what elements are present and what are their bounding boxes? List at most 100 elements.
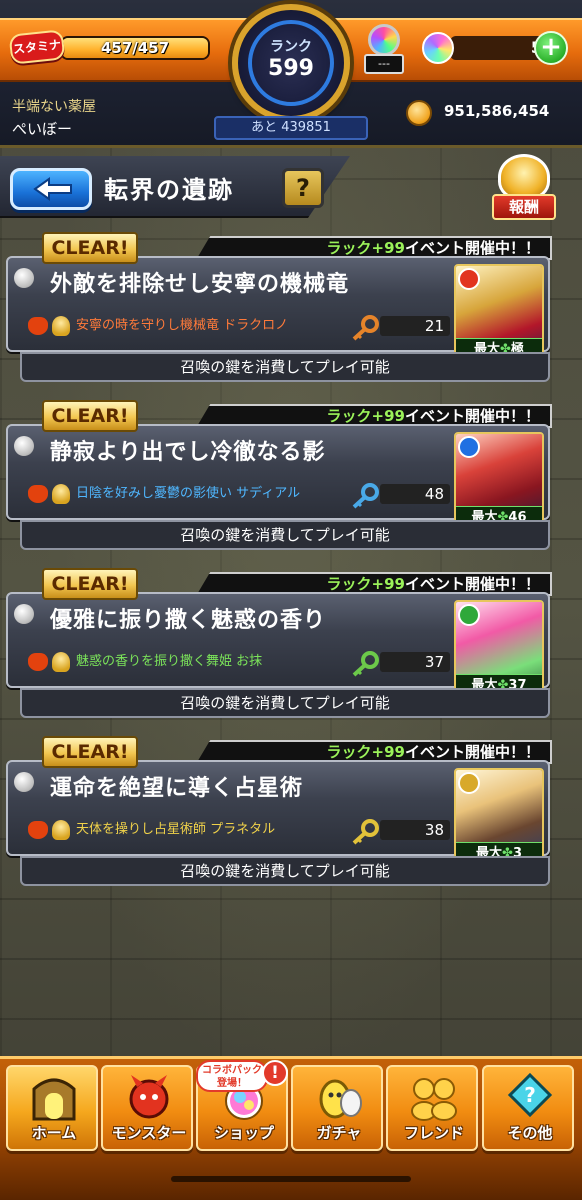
status-dot-icon xyxy=(14,772,34,792)
event-luck-text: ラック+99 xyxy=(326,239,405,257)
devil-icon xyxy=(28,485,48,503)
bell-icon xyxy=(52,820,70,840)
nav-shop-label: ショップ xyxy=(213,1124,274,1142)
boss-row: 魅惑の香りを振り撒く舞姫 お抹 xyxy=(14,648,354,676)
bell-icon xyxy=(52,484,70,504)
rank-value: 599 xyxy=(268,56,314,81)
element-icon xyxy=(458,772,480,794)
key-count: 48 xyxy=(380,484,450,504)
boss-row: 安寧の時を守りし機械竜 ドラクロノ xyxy=(14,312,354,340)
quest-title: 運命を絶望に導く占星術 xyxy=(50,775,304,801)
key-icon xyxy=(352,819,379,845)
nav-friend[interactable]: フレンド xyxy=(386,1065,478,1151)
nav-monster[interactable]: モンスター xyxy=(101,1065,193,1151)
buy-orb-button[interactable]: + xyxy=(534,31,568,65)
nav-friend-label: フレンド xyxy=(403,1124,464,1142)
summon-key: 48 xyxy=(350,482,454,509)
help-button[interactable]: ? xyxy=(282,168,324,208)
boss-row: 天体を操りし占星術師 プラネタル xyxy=(14,816,354,844)
nav-gacha[interactable]: ガチャ xyxy=(291,1065,383,1151)
monster-portrait[interactable]: 最大✤3 xyxy=(454,768,544,866)
clear-badge: CLEAR! xyxy=(42,232,138,264)
item-box-button[interactable]: --- xyxy=(364,24,404,76)
stamina-value: 457/457 xyxy=(100,39,170,57)
key-icon xyxy=(352,483,379,509)
element-icon xyxy=(458,436,480,458)
key-count: 21 xyxy=(380,316,450,336)
devil-icon xyxy=(28,821,48,839)
boss-row: 日陰を好みし憂鬱の影使い サディアル xyxy=(14,480,354,508)
event-status-text: イベント開催中！！ xyxy=(404,407,540,425)
nav-other-label: その他 xyxy=(507,1124,553,1142)
status-header: 457/457 スタミナ ランク 599 あと 439851 --- 5 + 半… xyxy=(0,0,582,148)
page-title: 転界の遺跡 xyxy=(104,175,234,204)
stamina-label: スタミナ xyxy=(8,29,66,65)
item-count: --- xyxy=(364,54,404,74)
event-status-text: イベント開催中！！ xyxy=(404,239,540,257)
quest-title: 外敵を排除せし安寧の機械竜 xyxy=(50,271,350,297)
player-title: 半端ない薬屋 xyxy=(12,99,96,115)
back-arrow-icon xyxy=(33,177,72,201)
key-count: 38 xyxy=(380,820,450,840)
stamina-meter: 457/457 スタミナ xyxy=(8,29,210,66)
gold-value: 951,586,454 xyxy=(444,102,550,120)
devil-icon xyxy=(28,317,48,335)
devil-icon xyxy=(28,653,48,671)
shop-alert-badge: ! xyxy=(262,1060,288,1086)
bell-icon xyxy=(52,316,70,336)
status-dot-icon xyxy=(14,604,34,624)
svg-text:?: ? xyxy=(524,1083,536,1107)
item-ball-icon xyxy=(368,24,400,56)
quest-card-3[interactable]: CLEAR! ラック+99イベント開催中！！ 優雅に振り撒く魅惑の香り 魅惑の香… xyxy=(6,568,552,718)
monster-portrait[interactable]: 最大✤極 xyxy=(454,264,544,362)
play-condition: 召喚の鍵を消費してプレイ可能 xyxy=(20,520,550,550)
reward-label: 報酬 xyxy=(492,194,556,220)
orb-count: 5 xyxy=(450,36,542,60)
event-luck-text: ラック+99 xyxy=(326,407,405,425)
key-icon xyxy=(352,651,379,677)
monster-portrait[interactable]: 最大✤37 xyxy=(454,600,544,698)
reward-button[interactable]: 報酬 xyxy=(492,152,556,224)
friend-icon xyxy=(411,1078,457,1121)
quest-card-1[interactable]: CLEAR! ラック+99イベント開催中！！ 外敵を排除せし安寧の機械竜 安寧の… xyxy=(6,232,552,382)
event-luck-text: ラック+99 xyxy=(326,743,405,761)
back-button[interactable] xyxy=(10,168,92,210)
quest-card-4[interactable]: CLEAR! ラック+99イベント開催中！！ 運命を絶望に導く占星術 天体を操り… xyxy=(6,736,552,886)
status-dot-icon xyxy=(14,268,34,288)
boss-name: 安寧の時を守りし機械竜 ドラクロノ xyxy=(76,318,289,333)
event-luck-text: ラック+99 xyxy=(326,575,405,593)
rank-badge[interactable]: ランク 599 xyxy=(232,4,350,122)
home-icon xyxy=(32,1078,76,1121)
player-name: ぺいぼー xyxy=(12,120,73,138)
play-condition: 召喚の鍵を消費してプレイ可能 xyxy=(20,688,550,718)
boss-name: 天体を操りし占星術師 プラネタル xyxy=(76,822,276,837)
orb-counter: 5 + xyxy=(420,30,570,66)
boss-name: 日陰を好みし憂鬱の影使い サディアル xyxy=(76,486,301,501)
quest-card-2[interactable]: CLEAR! ラック+99イベント開催中！！ 静寂より出でし冷徹なる影 日陰を好… xyxy=(6,400,552,550)
summon-key: 38 xyxy=(350,818,454,845)
gacha-egg-icon xyxy=(319,1079,362,1119)
rank-next-exp: あと 439851 xyxy=(214,116,368,140)
element-icon xyxy=(458,604,480,626)
event-status-text: イベント開催中！！ xyxy=(404,575,540,593)
monster-portrait[interactable]: 最大✤46 xyxy=(454,432,544,530)
clear-badge: CLEAR! xyxy=(42,400,138,432)
key-count: 37 xyxy=(380,652,450,672)
element-icon xyxy=(458,268,480,290)
nav-home-label: ホーム xyxy=(31,1124,77,1142)
bell-icon xyxy=(52,652,70,672)
clear-badge: CLEAR! xyxy=(42,568,138,600)
gold-coin-icon xyxy=(406,100,432,126)
nav-gacha-label: ガチャ xyxy=(316,1124,362,1142)
home-indicator xyxy=(171,1176,411,1182)
nav-monster-label: モンスター xyxy=(111,1124,187,1142)
event-status-text: イベント開催中！！ xyxy=(404,743,540,761)
play-condition: 召喚の鍵を消費してプレイ可能 xyxy=(20,352,550,382)
play-condition: 召喚の鍵を消費してプレイ可能 xyxy=(20,856,550,886)
summon-key: 37 xyxy=(350,650,454,677)
nav-other[interactable]: ? その他 xyxy=(482,1065,574,1151)
boss-name: 魅惑の香りを振り撒く舞姫 お抹 xyxy=(76,654,263,669)
summon-key: 21 xyxy=(350,314,454,341)
nav-home[interactable]: ホーム xyxy=(6,1065,98,1151)
key-icon xyxy=(352,315,379,341)
